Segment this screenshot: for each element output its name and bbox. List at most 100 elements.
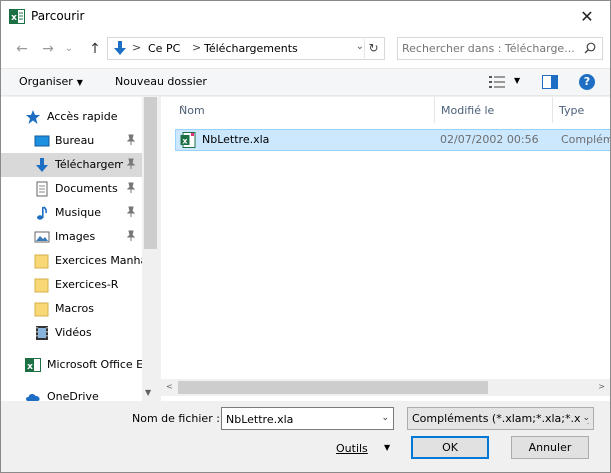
refresh-icon[interactable]: ↻ bbox=[364, 39, 382, 58]
folder-icon bbox=[34, 278, 49, 293]
organize-button[interactable]: Organiser ▼ bbox=[19, 75, 83, 88]
tools-caret-icon: ▼ bbox=[384, 443, 391, 452]
sidebar-item-folder-exercices-r[interactable]: Exercices-R bbox=[1, 273, 142, 297]
star-icon bbox=[26, 110, 40, 124]
tools-label: Outils bbox=[336, 442, 368, 455]
window-title: Parcourir bbox=[31, 9, 85, 23]
close-icon[interactable]: ✕ bbox=[564, 1, 610, 32]
navigation-pane-scrollbar[interactable]: ▼ bbox=[142, 97, 159, 401]
view-options-icon[interactable] bbox=[489, 75, 505, 89]
excel-addin-file-icon: x bbox=[180, 132, 196, 148]
sidebar-item-label: Bureau bbox=[55, 134, 95, 147]
view-options-caret-icon[interactable]: ▼ bbox=[514, 76, 520, 85]
search-icon bbox=[584, 42, 596, 54]
browse-dialog: x Parcourir ✕ ← → ⌄ ↑ > Ce PC > Téléchar… bbox=[0, 0, 611, 473]
filename-input[interactable] bbox=[226, 411, 376, 427]
pin-icon[interactable] bbox=[125, 158, 137, 170]
address-history-chevron-icon[interactable]: ⌄ bbox=[356, 41, 364, 52]
sidebar-item-label: Accès rapide bbox=[47, 110, 118, 123]
scrollbar-thumb[interactable] bbox=[144, 97, 157, 249]
back-arrow-icon[interactable]: ← bbox=[13, 40, 31, 58]
column-header-label: Type bbox=[559, 104, 585, 117]
pin-icon[interactable] bbox=[125, 230, 137, 242]
sidebar-item-videos[interactable]: Vidéos bbox=[1, 321, 142, 345]
svg-text:x: x bbox=[11, 13, 17, 23]
excel-icon: x bbox=[25, 358, 41, 372]
music-icon bbox=[37, 206, 48, 220]
documents-icon bbox=[36, 181, 48, 197]
sidebar-item-folder-macros[interactable]: Macros bbox=[1, 297, 142, 321]
column-header-type[interactable]: Type bbox=[553, 97, 610, 123]
scroll-down-arrow-icon[interactable]: ▼ bbox=[145, 388, 151, 397]
breadcrumb-this-pc[interactable]: Ce PC bbox=[148, 42, 180, 55]
sidebar-item-microsoft-office[interactable]: x Microsoft Office E bbox=[1, 353, 142, 377]
forward-arrow-icon[interactable]: → bbox=[39, 40, 57, 58]
sidebar-item-documents[interactable]: Documents bbox=[1, 177, 142, 201]
download-icon bbox=[36, 158, 48, 172]
ok-button[interactable]: OK bbox=[411, 436, 489, 459]
cancel-button[interactable]: Annuler bbox=[511, 436, 589, 459]
sidebar-item-label: Macros bbox=[55, 302, 95, 315]
folder-icon bbox=[34, 302, 49, 317]
breadcrumb-separator: > bbox=[192, 41, 202, 54]
breadcrumb-separator: > bbox=[132, 41, 142, 54]
scrollbar-thumb[interactable] bbox=[178, 381, 488, 394]
chevron-down-icon[interactable]: ⌄ bbox=[381, 413, 389, 423]
search-box[interactable] bbox=[397, 37, 603, 60]
sidebar-item-label: Musique bbox=[55, 206, 101, 219]
sidebar-item-music[interactable]: Musique bbox=[1, 201, 142, 225]
sidebar-item-label: Exercices-R bbox=[55, 278, 119, 291]
sidebar-item-label: Microsoft Office E bbox=[47, 358, 142, 371]
sidebar-item-folder-exercices-manha[interactable]: Exercices Manha bbox=[1, 249, 142, 273]
sidebar-item-label: Téléchargeme bbox=[55, 158, 123, 171]
pin-icon[interactable] bbox=[125, 134, 137, 146]
scroll-right-arrow-icon[interactable]: > bbox=[598, 382, 605, 391]
sidebar-item-label: Images bbox=[55, 230, 96, 243]
sidebar-item-downloads[interactable]: Téléchargeme bbox=[1, 153, 142, 177]
scroll-left-arrow-icon[interactable]: < bbox=[166, 382, 173, 391]
excel-app-icon: x bbox=[9, 9, 25, 24]
svg-text:x: x bbox=[182, 137, 188, 146]
desktop-icon bbox=[34, 135, 50, 147]
navigation-row: ← → ⌄ ↑ > Ce PC > Téléchargements ⌄ ↻ bbox=[1, 32, 610, 68]
column-header-modified[interactable]: Modifié le bbox=[435, 97, 553, 123]
sidebar-item-desktop[interactable]: Bureau bbox=[1, 129, 142, 153]
filename-combobox[interactable]: ⌄ bbox=[221, 407, 394, 430]
column-header-label: Modifié le bbox=[441, 104, 495, 117]
command-toolbar: Organiser ▼ Nouveau dossier ▼ ? bbox=[1, 68, 610, 96]
new-folder-button[interactable]: Nouveau dossier bbox=[115, 75, 207, 88]
onedrive-icon bbox=[26, 394, 40, 401]
sidebar-item-quick-access[interactable]: Accès rapide bbox=[1, 105, 142, 129]
svg-text:x: x bbox=[27, 362, 33, 372]
pin-icon[interactable] bbox=[125, 206, 137, 218]
preview-pane-icon[interactable] bbox=[542, 75, 558, 89]
file-list-pane: Nom ^ Modifié le Type x NbLettre.xla 02/… bbox=[161, 97, 610, 401]
sidebar-item-onedrive[interactable]: OneDrive bbox=[1, 385, 142, 401]
sidebar-item-label: OneDrive bbox=[47, 390, 99, 401]
sidebar-item-label: Vidéos bbox=[55, 326, 92, 339]
sidebar-item-label: Exercices Manha bbox=[55, 254, 142, 267]
folder-icon bbox=[34, 254, 49, 269]
tools-menu-button[interactable]: Outils ▼ bbox=[336, 442, 390, 455]
chevron-down-icon: ⌄ bbox=[580, 413, 590, 423]
file-type-filter-select[interactable]: Compléments (*.xlam;*.xla;*.xll) ⌄ bbox=[407, 407, 594, 430]
pin-icon[interactable] bbox=[125, 182, 137, 194]
breadcrumb-downloads[interactable]: Téléchargements bbox=[204, 42, 298, 55]
download-folder-icon bbox=[114, 41, 126, 55]
search-input[interactable] bbox=[402, 40, 580, 57]
help-icon[interactable]: ? bbox=[579, 74, 595, 90]
address-bar[interactable]: > Ce PC > Téléchargements ⌄ ↻ bbox=[107, 37, 385, 60]
column-header-name[interactable]: Nom ^ bbox=[173, 97, 435, 123]
sidebar-item-pictures[interactable]: Images bbox=[1, 225, 142, 249]
organize-label: Organiser bbox=[19, 75, 73, 88]
recent-locations-chevron-icon[interactable]: ⌄ bbox=[63, 40, 75, 58]
sort-ascending-icon: ^ bbox=[179, 104, 186, 113]
file-type: Compléments Microsoft Excel bbox=[561, 133, 610, 146]
filename-label: Nom de fichier : bbox=[132, 412, 220, 425]
sidebar-item-label: Documents bbox=[55, 182, 118, 195]
file-row[interactable]: x NbLettre.xla 02/07/2002 00:56 Compléme… bbox=[175, 129, 610, 151]
file-list-horizontal-scrollbar[interactable]: < > bbox=[161, 379, 610, 396]
file-type-filter-value: Compléments (*.xlam;*.xla;*.xll) bbox=[412, 412, 591, 425]
up-arrow-icon[interactable]: ↑ bbox=[86, 40, 104, 58]
dialog-footer: Nom de fichier : ⌄ Compléments (*.xlam;*… bbox=[1, 401, 610, 472]
